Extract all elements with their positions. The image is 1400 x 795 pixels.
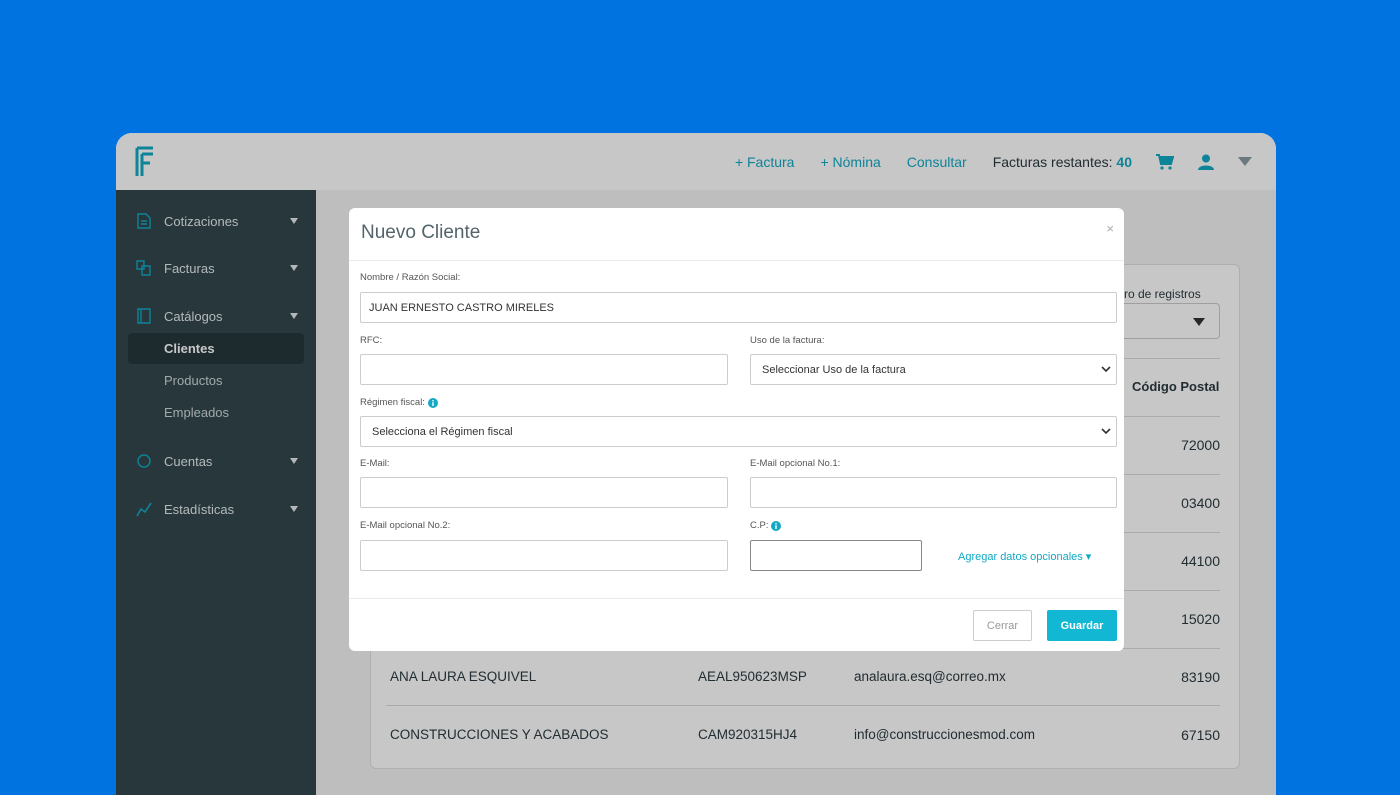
add-optional-data-link[interactable]: Agregar datos opcionales ▾ — [958, 550, 1091, 563]
modal-title: Nuevo Cliente — [361, 222, 481, 243]
usage-label: Uso de la factura: — [750, 335, 825, 346]
email-optional-1-input[interactable] — [750, 477, 1117, 508]
email-optional-2-label: E-Mail opcional No.2: — [360, 520, 451, 531]
name-label: Nombre / Razón Social: — [360, 272, 461, 283]
rfc-input[interactable] — [360, 354, 728, 385]
postal-code-label-text: C.P: — [750, 520, 769, 531]
save-button[interactable]: Guardar — [1047, 610, 1117, 641]
close-icon[interactable]: × — [1106, 221, 1114, 236]
modal-header-divider — [349, 260, 1124, 261]
email-optional-1-label: E-Mail opcional No.1: — [750, 458, 841, 469]
modal-footer-divider — [349, 598, 1124, 599]
name-input[interactable]: JUAN ERNESTO CASTRO MIRELES — [360, 292, 1117, 323]
rfc-label: RFC: — [360, 335, 383, 346]
regime-label: Régimen fiscal: — [360, 397, 438, 408]
info-icon[interactable] — [427, 397, 438, 408]
regime-label-text: Régimen fiscal: — [360, 397, 425, 408]
usage-select-value: Seleccionar Uso de la factura — [762, 363, 906, 376]
email-label: E-Mail: — [360, 458, 390, 469]
usage-select[interactable]: Seleccionar Uso de la factura — [750, 354, 1117, 385]
regime-select-value: Selecciona el Régimen fiscal — [372, 425, 513, 438]
postal-code-input[interactable] — [750, 540, 922, 571]
close-button[interactable]: Cerrar — [973, 610, 1032, 641]
chevron-down-icon — [1101, 366, 1111, 373]
new-client-modal: Nuevo Cliente × Nombre / Razón Social: J… — [349, 208, 1124, 651]
regime-select[interactable]: Selecciona el Régimen fiscal — [360, 416, 1117, 447]
info-icon[interactable] — [771, 520, 782, 531]
email-optional-2-input[interactable] — [360, 540, 728, 571]
chevron-down-icon — [1101, 428, 1111, 435]
email-input[interactable] — [360, 477, 728, 508]
postal-code-label: C.P: — [750, 520, 782, 531]
